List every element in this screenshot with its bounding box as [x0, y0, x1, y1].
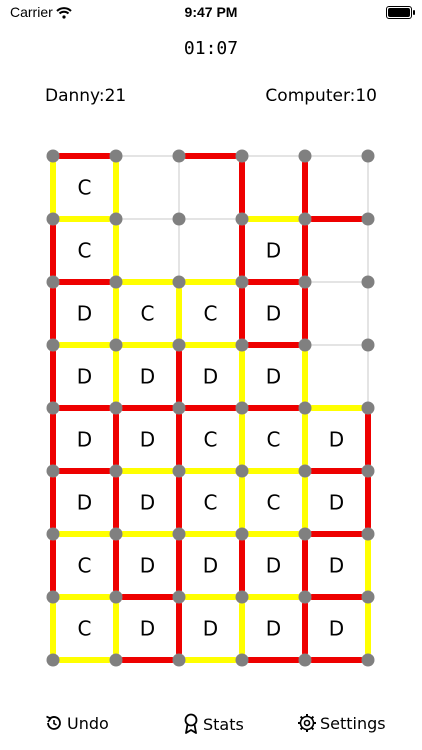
box-owner-label: D [140, 617, 155, 641]
grid-dot [109, 464, 123, 478]
undo-icon [44, 713, 64, 733]
box-owner-label: C [204, 302, 218, 326]
box-owner-label: D [329, 554, 344, 578]
grid-dot [361, 401, 375, 415]
grid-dot [172, 653, 186, 667]
bottom-toolbar: Undo Stats Settings [0, 707, 422, 741]
box-owner-label: D [203, 554, 218, 578]
box-owner-label: D [77, 302, 92, 326]
grid-dot [298, 464, 312, 478]
grid-dot [235, 338, 249, 352]
grid-dot [298, 653, 312, 667]
grid-dot [46, 590, 60, 604]
box-owner-label: C [78, 617, 92, 641]
grid-dot [361, 464, 375, 478]
box-owner-label: C [78, 239, 92, 263]
grid-dot [298, 527, 312, 541]
grid-dot [298, 149, 312, 163]
grid-dot [172, 212, 186, 226]
grid-dot [235, 275, 249, 289]
grid-dot [172, 464, 186, 478]
grid-dot [109, 590, 123, 604]
game-board[interactable]: C C D D C C D D D D D D D C C D D D C C D C D D D D C D D D D [0, 0, 422, 750]
grid-dot [172, 527, 186, 541]
grid-dot [46, 212, 60, 226]
box-owner-label: D [266, 617, 281, 641]
grid-dot [298, 590, 312, 604]
grid-dot [361, 590, 375, 604]
grid-dot [172, 338, 186, 352]
grid-dot [235, 527, 249, 541]
box-owner-label: D [329, 617, 344, 641]
grid-dot [46, 464, 60, 478]
box-owner-label: D [77, 491, 92, 515]
box-owner-label: D [329, 428, 344, 452]
grid-dot [235, 590, 249, 604]
box-owner-label: D [266, 239, 281, 263]
box-owner-label: C [141, 302, 155, 326]
box-owner-label: D [203, 365, 218, 389]
grid-dot [298, 212, 312, 226]
grid-dot [361, 527, 375, 541]
stats-button[interactable]: Stats [182, 713, 244, 735]
grid-dot [235, 401, 249, 415]
box-owner-label: D [77, 428, 92, 452]
grid-dot [235, 464, 249, 478]
grid-dot [46, 338, 60, 352]
box-owner-label: C [267, 491, 281, 515]
grid-dot [298, 275, 312, 289]
box-owner-label: D [77, 365, 92, 389]
box-owner-label: D [140, 365, 155, 389]
box-owner-label: D [329, 491, 344, 515]
settings-label: Settings [320, 713, 386, 733]
grid-dot [361, 275, 375, 289]
grid-dot [109, 338, 123, 352]
gear-icon [297, 713, 317, 733]
grid-dot [298, 338, 312, 352]
box-owner-label: C [204, 491, 218, 515]
grid-dot [46, 149, 60, 163]
grid-dot [361, 212, 375, 226]
undo-button[interactable]: Undo [44, 713, 109, 733]
box-owner-label: D [140, 491, 155, 515]
box-owner-label: C [204, 428, 218, 452]
grid-dot [172, 149, 186, 163]
box-owner-label: C [78, 176, 92, 200]
grid-dot [109, 527, 123, 541]
grid-dot [46, 275, 60, 289]
grid-dot [109, 212, 123, 226]
box-owner-label: C [267, 428, 281, 452]
stats-label: Stats [203, 714, 244, 734]
grid-dot [298, 401, 312, 415]
undo-label: Undo [67, 713, 109, 733]
box-owner-label: D [266, 554, 281, 578]
grid-dot [109, 401, 123, 415]
grid-dot [361, 653, 375, 667]
box-owner-label: D [203, 617, 218, 641]
grid-dot [46, 653, 60, 667]
settings-button[interactable]: Settings [297, 713, 386, 733]
grid-dot [361, 338, 375, 352]
grid-dot [46, 527, 60, 541]
grid-dot [172, 590, 186, 604]
grid-dot [109, 275, 123, 289]
grid-dot [109, 149, 123, 163]
box-owner-label: D [140, 554, 155, 578]
grid-dot [235, 212, 249, 226]
ribbon-icon [182, 713, 200, 735]
grid-dot [172, 275, 186, 289]
box-owner-label: C [78, 554, 92, 578]
grid-dot [361, 149, 375, 163]
grid-dot [235, 149, 249, 163]
grid-dot [46, 401, 60, 415]
grid-dot [235, 653, 249, 667]
box-owner-label: D [140, 428, 155, 452]
grid-dot [172, 401, 186, 415]
grid-dot [109, 653, 123, 667]
box-owner-label: D [266, 302, 281, 326]
box-owner-label: D [266, 365, 281, 389]
